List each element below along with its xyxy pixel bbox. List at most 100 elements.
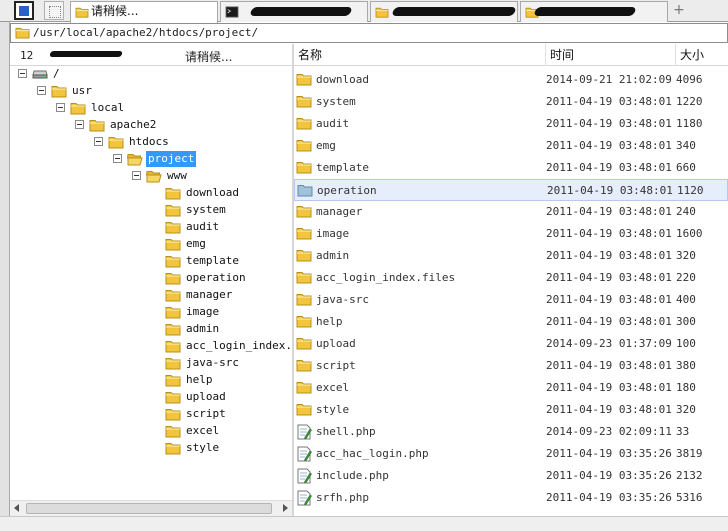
file-row[interactable]: template 2011-04-19 03:48:01 660	[294, 157, 728, 179]
tree-node[interactable]: upload	[10, 389, 292, 406]
column-header-size[interactable]: 大小	[676, 44, 728, 66]
file-row[interactable]: excel 2011-04-19 03:48:01 180	[294, 377, 728, 399]
tree-node[interactable]: image	[10, 304, 292, 321]
tree-node[interactable]: java-src	[10, 355, 292, 372]
tree-node[interactable]: local	[10, 100, 292, 117]
tab-file-manager[interactable]: 请稍候...	[70, 1, 218, 23]
tree-node[interactable]: www	[10, 168, 292, 185]
tree-node[interactable]: apache2	[10, 117, 292, 134]
tree-node[interactable]: style	[10, 440, 292, 457]
tree-node[interactable]: project	[10, 151, 292, 168]
tree-node-label[interactable]: upload	[184, 389, 228, 405]
tree-node-label[interactable]: help	[184, 372, 215, 388]
tree-node-label[interactable]: operation	[184, 270, 248, 286]
tree-node[interactable]: audit	[10, 219, 292, 236]
tree-node[interactable]: operation	[10, 270, 292, 287]
tree-node-label[interactable]: java-src	[184, 355, 241, 371]
file-row[interactable]: image 2011-04-19 03:48:01 1600	[294, 223, 728, 245]
tree-node-label[interactable]: audit	[184, 219, 221, 235]
tree-node[interactable]: excel	[10, 423, 292, 440]
folder-icon	[296, 380, 312, 394]
file-row[interactable]: manager 2011-04-19 03:48:01 240	[294, 201, 728, 223]
scroll-left-icon[interactable]	[14, 504, 19, 512]
add-tab-button[interactable]: +	[670, 1, 688, 20]
collapse-icon[interactable]	[113, 154, 122, 163]
blank-page-button[interactable]	[44, 1, 64, 20]
file-row[interactable]: acc_login_index.files 2011-04-19 03:48:01…	[294, 267, 728, 289]
file-row[interactable]: admin 2011-04-19 03:48:01 320	[294, 245, 728, 267]
path-bar[interactable]: /usr/local/apache2/htdocs/project/	[10, 23, 728, 43]
tree-node-label[interactable]: emg	[184, 236, 208, 252]
file-time: 2014-09-21 21:02:09	[546, 73, 672, 86]
collapse-icon[interactable]	[37, 86, 46, 95]
file-row[interactable]: include.php 2011-04-19 03:35:26 2132	[294, 465, 728, 487]
file-time: 2011-04-19 03:48:01	[546, 381, 672, 394]
tree-node[interactable]: htdocs	[10, 134, 292, 151]
tree-horizontal-scrollbar[interactable]	[10, 500, 292, 516]
file-time: 2011-04-19 03:48:01	[546, 293, 672, 306]
tree-node-label[interactable]: apache2	[108, 117, 158, 133]
collapse-icon[interactable]	[94, 137, 103, 146]
file-row[interactable]: download 2014-09-21 21:02:09 4096	[294, 69, 728, 91]
file-row[interactable]: operation 2011-04-19 03:48:01 1120	[294, 179, 728, 201]
tree-node[interactable]: download	[10, 185, 292, 202]
tree-node[interactable]: template	[10, 253, 292, 270]
file-size: 2132	[676, 469, 703, 482]
file-row[interactable]: srfh.php 2011-04-19 03:35:26 5316	[294, 487, 728, 509]
file-name: shell.php	[316, 425, 376, 438]
tree-node-label[interactable]: www	[165, 168, 189, 184]
tab-terminal[interactable]	[220, 1, 368, 22]
file-row[interactable]: help 2011-04-19 03:48:01 300	[294, 311, 728, 333]
file-row[interactable]: java-src 2011-04-19 03:48:01 400	[294, 289, 728, 311]
collapse-icon[interactable]	[56, 103, 65, 112]
file-row[interactable]: system 2011-04-19 03:48:01 1220	[294, 91, 728, 113]
layout-toggle-button[interactable]	[14, 1, 34, 20]
column-header-time[interactable]: 时间	[546, 44, 676, 66]
tab-folder-3[interactable]	[520, 1, 668, 22]
file-row[interactable]: upload 2014-09-23 01:37:09 100	[294, 333, 728, 355]
tree-node-label[interactable]: style	[184, 440, 221, 456]
tree-node[interactable]: emg	[10, 236, 292, 253]
folder-icon	[75, 6, 89, 18]
tree-node-label[interactable]: system	[184, 202, 228, 218]
file-row[interactable]: style 2011-04-19 03:48:01 320	[294, 399, 728, 421]
tree-node[interactable]: admin	[10, 321, 292, 338]
tree-node-label[interactable]: local	[89, 100, 126, 116]
tree-node-label[interactable]: project	[146, 151, 197, 167]
php-file-icon	[296, 468, 312, 484]
file-time: 2011-04-19 03:35:26	[546, 447, 672, 460]
file-row[interactable]: acc_hac_login.php 2011-04-19 03:35:26 3819	[294, 443, 728, 465]
tree-node-label[interactable]: htdocs	[127, 134, 171, 150]
tree-node-label[interactable]: image	[184, 304, 221, 320]
file-row[interactable]: emg 2011-04-19 03:48:01 340	[294, 135, 728, 157]
tree-node[interactable]: manager	[10, 287, 292, 304]
tree-node-label[interactable]: acc_login_index.files	[184, 338, 292, 354]
tree-node[interactable]: usr	[10, 83, 292, 100]
tree-node[interactable]: system	[10, 202, 292, 219]
tree-node-label[interactable]: excel	[184, 423, 221, 439]
tree-node-label[interactable]: usr	[70, 83, 94, 99]
tree-node-label[interactable]: script	[184, 406, 228, 422]
tree-node[interactable]: help	[10, 372, 292, 389]
column-header-name[interactable]: 名称	[294, 44, 546, 66]
file-time: 2014-09-23 02:09:11	[546, 425, 672, 438]
tree-node-label[interactable]: admin	[184, 321, 221, 337]
file-time: 2011-04-19 03:48:01	[546, 139, 672, 152]
tree-node[interactable]: /	[10, 66, 292, 83]
collapse-icon[interactable]	[75, 120, 84, 129]
collapse-icon[interactable]	[18, 69, 27, 78]
scrollbar-thumb[interactable]	[26, 503, 272, 514]
folder-icon	[165, 356, 181, 370]
collapse-icon[interactable]	[132, 171, 141, 180]
tree-node-label[interactable]: download	[184, 185, 241, 201]
scroll-right-icon[interactable]	[283, 504, 288, 512]
tree-node-label[interactable]: template	[184, 253, 241, 269]
file-row[interactable]: script 2011-04-19 03:48:01 380	[294, 355, 728, 377]
tree-node[interactable]: acc_login_index.files	[10, 338, 292, 355]
tree-node[interactable]: script	[10, 406, 292, 423]
tree-node-label[interactable]: /	[51, 66, 62, 82]
tree-node-label[interactable]: manager	[184, 287, 234, 303]
file-row[interactable]: shell.php 2014-09-23 02:09:11 33	[294, 421, 728, 443]
tab-folder-2[interactable]	[370, 1, 518, 22]
file-row[interactable]: audit 2011-04-19 03:48:01 1180	[294, 113, 728, 135]
